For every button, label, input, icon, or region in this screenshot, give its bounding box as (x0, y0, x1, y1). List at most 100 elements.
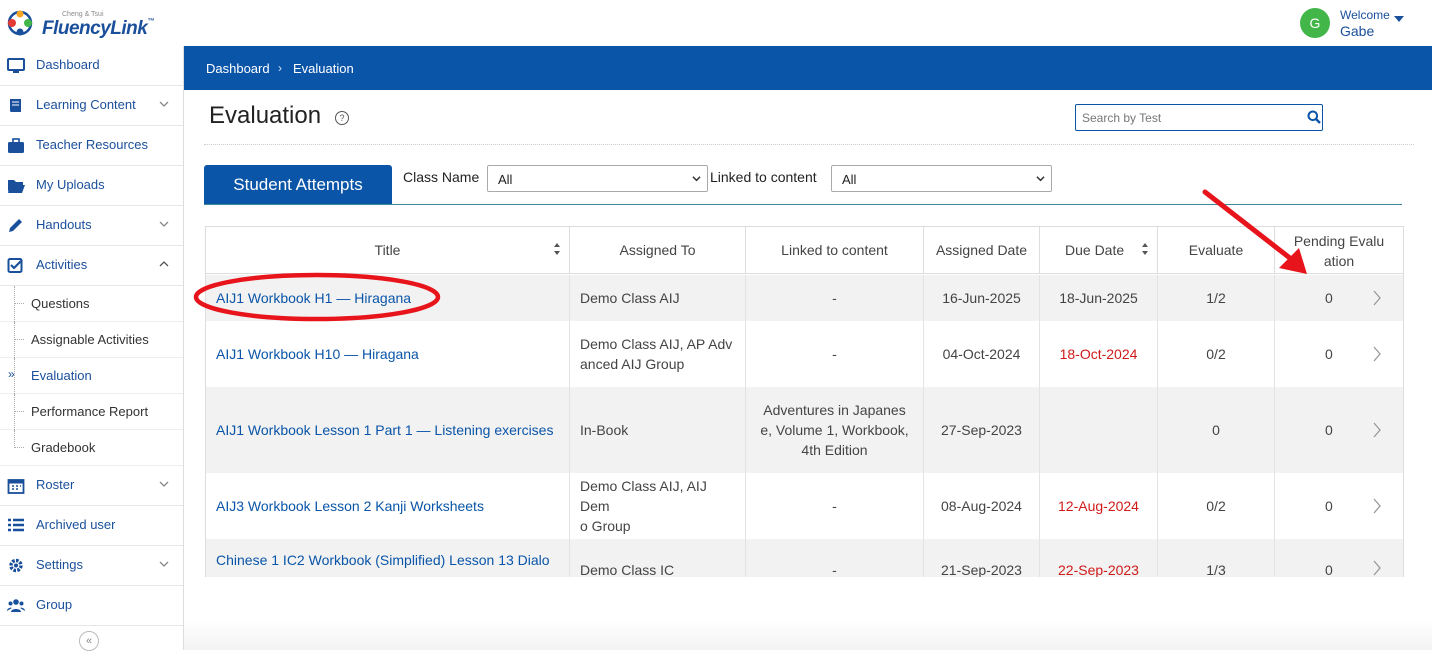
chevron-right-icon[interactable] (1372, 345, 1382, 363)
sidebar-item-learning-content[interactable]: Learning Content (0, 86, 183, 126)
test-title-link[interactable]: AIJ3 Workbook Lesson 2 Kanji Worksheets (216, 496, 484, 516)
sidebar-item-settings[interactable]: Settings (0, 546, 183, 586)
chevron-right-icon[interactable] (1372, 559, 1382, 577)
table-row[interactable]: AIJ1 Workbook Lesson 1 Part 1 — Listenin… (206, 387, 1403, 473)
column-header-due-date[interactable]: Due Date (1040, 227, 1158, 274)
tree-branch (14, 447, 24, 448)
sidebar-item-dashboard[interactable]: Dashboard (0, 46, 183, 86)
evaluate-text: 0/2 (1206, 498, 1226, 514)
class-name-select[interactable]: All (487, 165, 708, 192)
chevron-up-icon[interactable] (159, 259, 169, 269)
pending-text: 0 (1325, 346, 1333, 362)
sidebar-subitem-assignable-activities[interactable]: Assignable Activities (0, 322, 183, 358)
caret-down-icon[interactable] (1394, 16, 1404, 22)
assigned-date-cell: 21-Sep-2023 (924, 539, 1040, 577)
assigned-to-text: Demo Class IC (580, 560, 674, 577)
sidebar-item-label: Dashboard (36, 57, 100, 72)
page-title: Evaluation (209, 102, 322, 129)
column-header-label: Assigned Date (935, 242, 1028, 258)
test-title-link[interactable]: AIJ1 Workbook Lesson 1 Part 1 — Listenin… (216, 420, 553, 440)
test-title-link[interactable]: Chinese 1 IC2 Workbook (Simplified) Less… (216, 550, 550, 570)
evaluate-text: 1/3 (1206, 562, 1226, 577)
sort-icon[interactable] (553, 242, 561, 256)
evaluate-text: 0/2 (1206, 346, 1226, 362)
active-marker: » (8, 367, 15, 381)
sidebar-subitem-questions[interactable]: Questions (0, 286, 183, 322)
breadcrumb-dashboard[interactable]: Dashboard (206, 61, 270, 76)
test-title-link[interactable]: AIJ1 Workbook H1 — Hiragana (216, 288, 411, 308)
pending-cell: 0 (1275, 387, 1403, 473)
tree-line (14, 430, 16, 448)
assigned-date-cell: 16-Jun-2025 (924, 275, 1040, 321)
sidebar-subitem-gradebook[interactable]: Gradebook (0, 430, 183, 466)
sidebar-subitem-evaluation[interactable]: » Evaluation (0, 358, 183, 394)
table-row[interactable]: Chinese 1 IC2 Workbook (Simplified) Less… (206, 539, 1403, 577)
assigned-to-text: Demo Class AIJ, AIJ Dem o Group (580, 476, 737, 536)
assigned-to-cell: Demo Class AIJ, AIJ Dem o Group (570, 473, 746, 539)
top-header: Cheng & Tsui FluencyLink™ G Welcome Gabe (0, 0, 1432, 47)
column-header-title[interactable]: Title (206, 227, 570, 274)
collapse-sidebar-button[interactable]: « (79, 631, 99, 651)
chevron-down-icon[interactable] (159, 559, 169, 569)
assigned-to-line: In-Book (580, 422, 629, 438)
breadcrumb-evaluation: Evaluation (293, 61, 354, 76)
assigned-to-cell: In-Book (570, 387, 746, 473)
divider (204, 144, 1414, 145)
chevron-right-icon[interactable] (1372, 289, 1382, 307)
linked-content-select[interactable]: All (831, 165, 1052, 192)
chevron-down-icon[interactable] (159, 479, 169, 489)
evaluate-cell: 0/2 (1158, 321, 1275, 387)
logo-tagline: Cheng & Tsui (62, 11, 104, 18)
table-row[interactable]: AIJ3 Workbook Lesson 2 Kanji Worksheets … (206, 473, 1403, 539)
linked-content-text: - (832, 562, 837, 577)
test-title-link[interactable]: AIJ1 Workbook H10 — Hiragana (216, 344, 419, 364)
pending-text: 0 (1325, 498, 1333, 514)
table-row[interactable]: AIJ1 Workbook H10 — Hiragana Demo Class … (206, 321, 1403, 387)
sidebar-item-teacher-resources[interactable]: Teacher Resources (0, 126, 183, 166)
search-icon[interactable] (1307, 110, 1321, 124)
sidebar-item-archived-user[interactable]: Archived user (0, 506, 183, 546)
column-header-label: Title (374, 242, 401, 258)
sidebar-item-label: Roster (36, 477, 75, 492)
tab-student-attempts[interactable]: Student Attempts (204, 165, 392, 205)
due-date-cell (1040, 387, 1158, 473)
chevron-down-icon[interactable] (159, 219, 169, 229)
column-header-label-line2: ation (1323, 253, 1355, 269)
chevron-right-icon[interactable] (1372, 421, 1382, 439)
linked-content-cell: Adventures in Japanes e, Volume 1, Workbo… (746, 387, 924, 473)
fluencylink-logo[interactable]: Cheng & Tsui FluencyLink™ (4, 6, 164, 40)
welcome-label: Welcome (1340, 8, 1390, 22)
tree-line (14, 322, 16, 358)
search-input[interactable] (1076, 105, 1308, 130)
column-header-label: Assigned To (619, 242, 696, 258)
linked-content-value: All (842, 172, 857, 187)
column-header-assigned-date: Assigned Date (924, 227, 1040, 274)
users-icon (7, 599, 25, 612)
trademark: ™ (147, 18, 154, 25)
breadcrumb: Dashboard › Evaluation (184, 46, 1432, 90)
linked-content-text: Adventures in Japanes e, Volume 1, Workbo… (760, 400, 908, 460)
user-menu[interactable]: G Welcome Gabe (1300, 6, 1408, 40)
sidebar-item-group[interactable]: Group (0, 586, 183, 626)
user-name[interactable]: Gabe (1340, 23, 1374, 39)
title-cell: AIJ1 Workbook Lesson 1 Part 1 — Listenin… (206, 387, 570, 473)
sidebar-item-handouts[interactable]: Handouts (0, 206, 183, 246)
page-bottom (184, 620, 1432, 650)
assigned-to-line: Demo Class AIJ, AIJ Dem (580, 478, 707, 514)
tree-line (14, 286, 16, 322)
table-row[interactable]: AIJ1 Workbook H1 — Hiragana Demo Class A… (206, 275, 1403, 321)
column-header-label: Due Date (1065, 242, 1125, 258)
help-icon[interactable]: ? (335, 111, 349, 125)
sidebar-item-my-uploads[interactable]: My Uploads (0, 166, 183, 206)
sort-icon[interactable] (1141, 242, 1149, 256)
sidebar-item-activities[interactable]: Activities (0, 246, 183, 286)
pending-text: 0 (1325, 562, 1333, 577)
due-date-cell: 18-Oct-2024 (1040, 321, 1158, 387)
assigned-to-text: In-Book (580, 420, 628, 440)
assigned-to-line: anced AIJ Group (580, 356, 685, 372)
sidebar-subitem-performance-report[interactable]: Performance Report (0, 394, 183, 430)
chevron-right-icon[interactable] (1372, 497, 1382, 515)
chevron-down-icon[interactable] (159, 99, 169, 109)
avatar[interactable]: G (1300, 8, 1330, 38)
sidebar-item-roster[interactable]: Roster (0, 466, 183, 506)
